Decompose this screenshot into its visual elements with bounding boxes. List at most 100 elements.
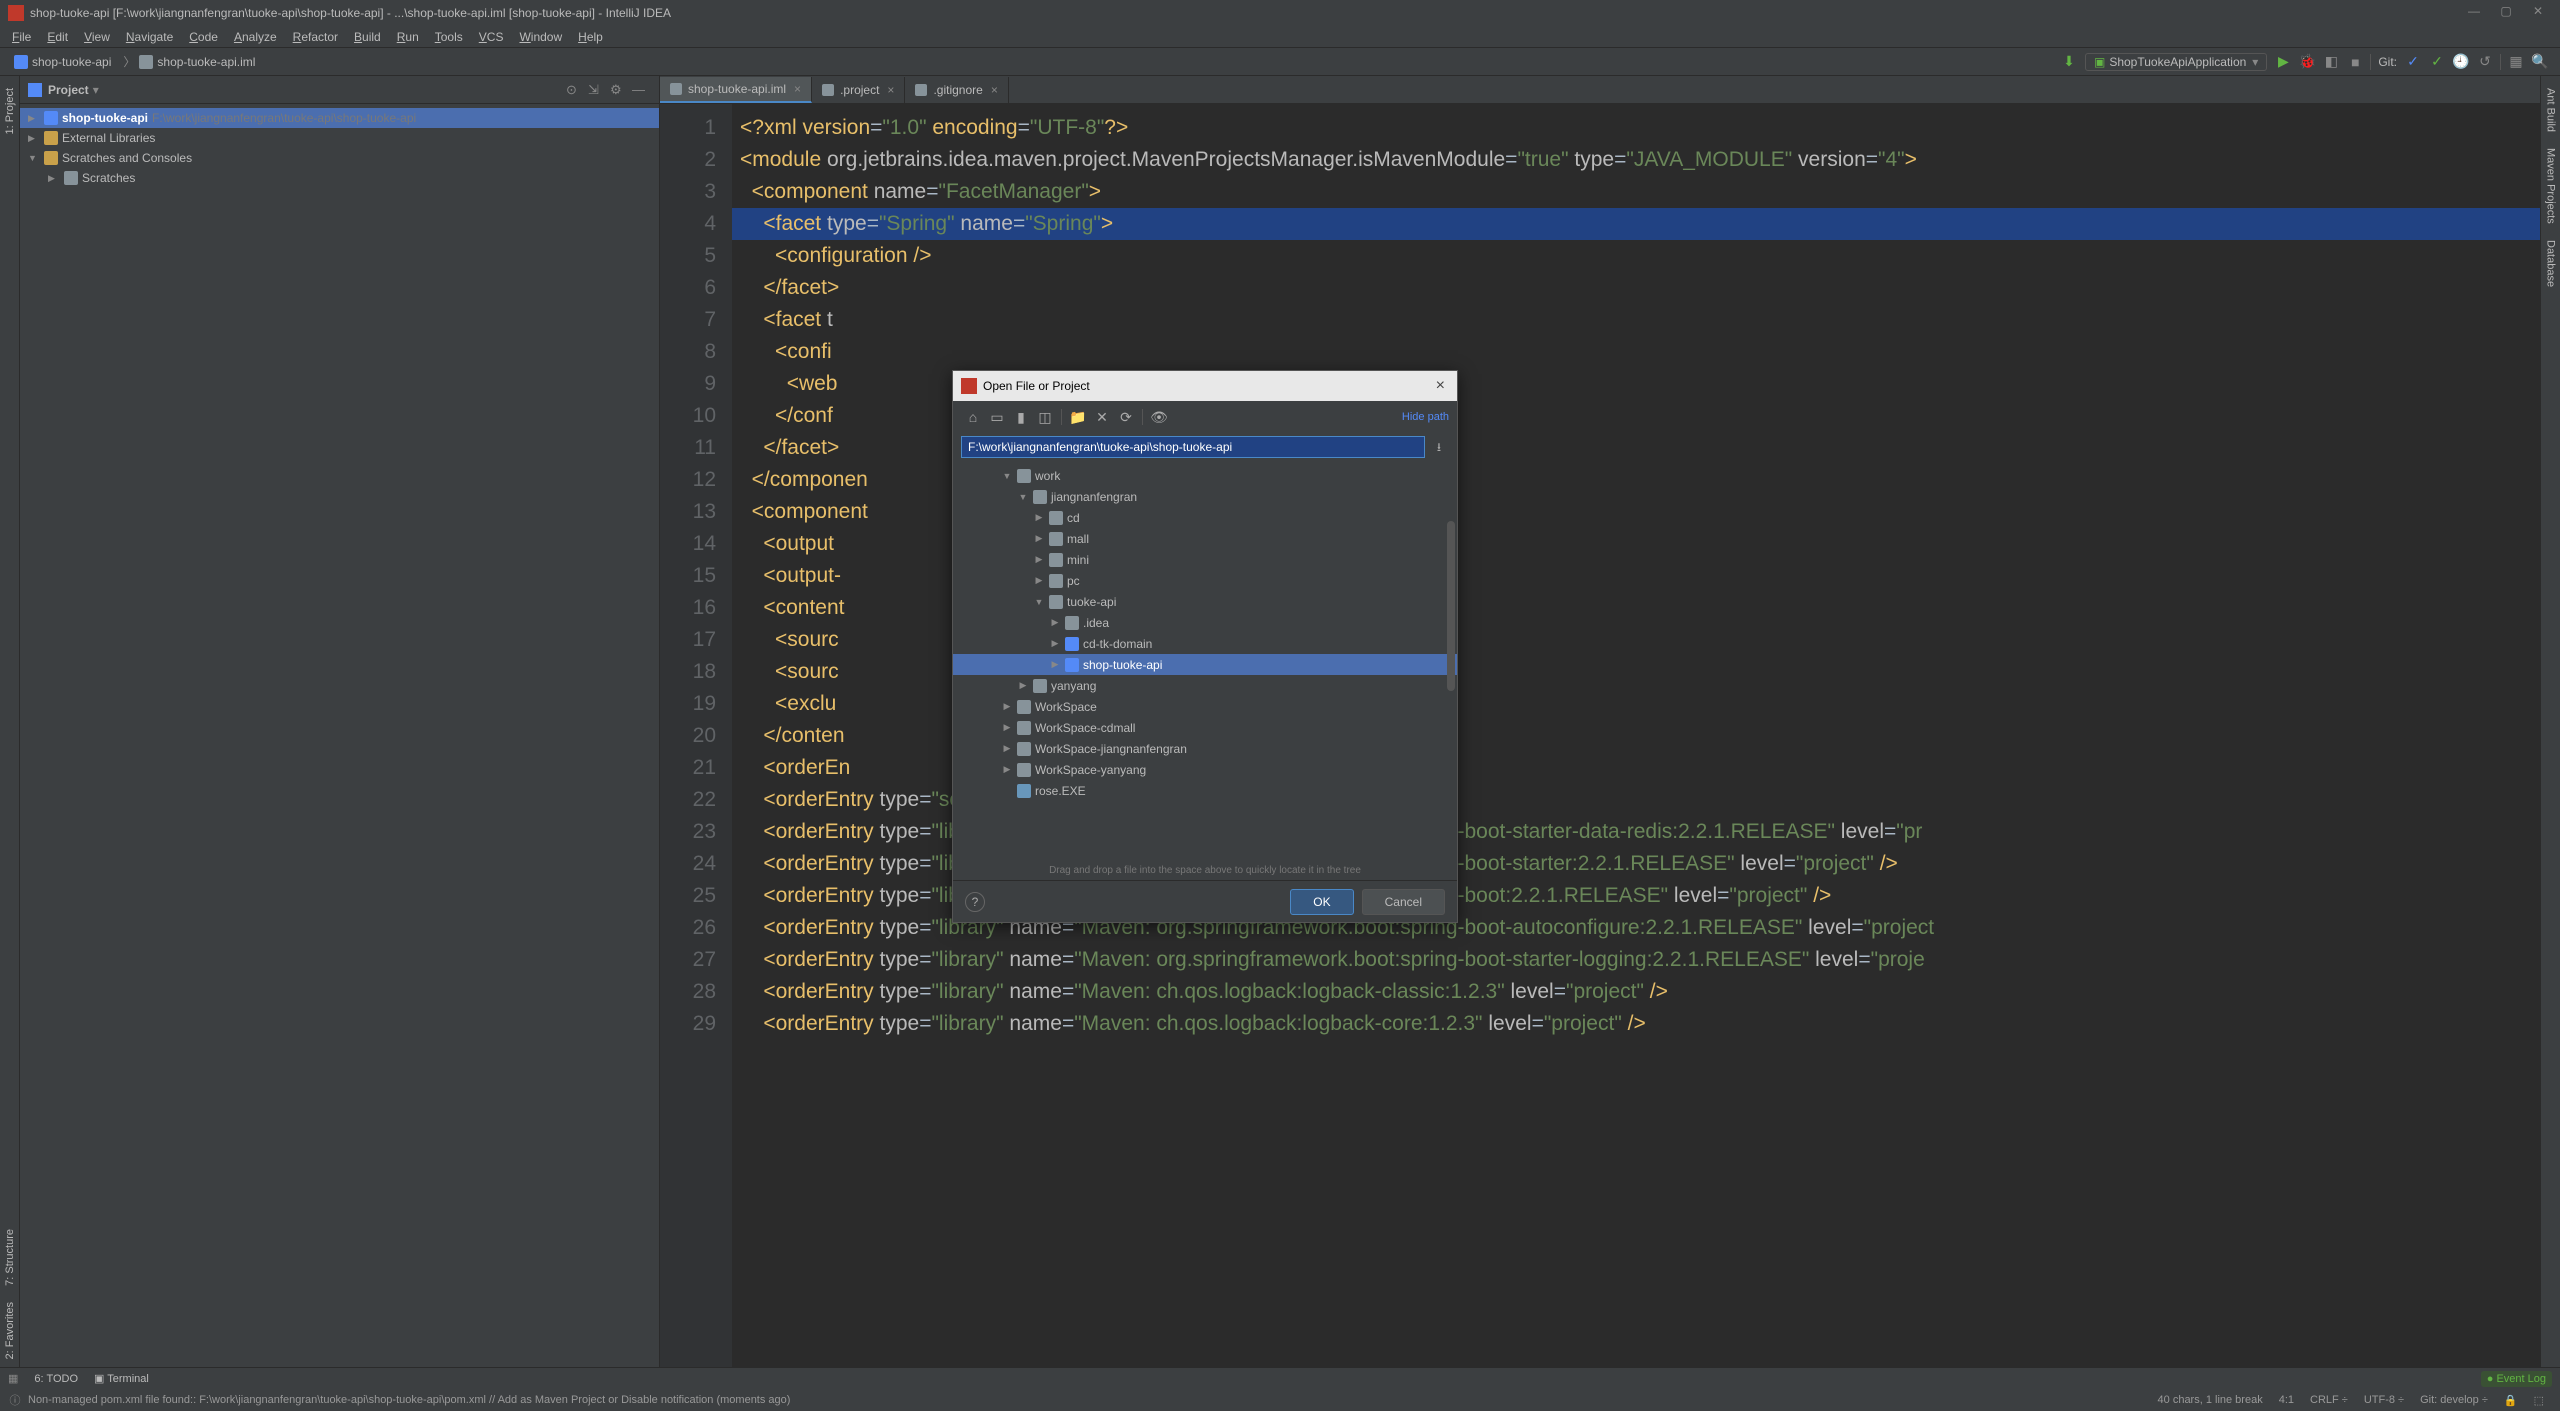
status-info-icon[interactable]: ⓘ [8, 1393, 22, 1407]
dialog-tree-node[interactable]: ▶mini [953, 549, 1457, 570]
delete-icon[interactable]: ✕ [1092, 407, 1112, 427]
dialog-scrollbar[interactable] [1447, 521, 1455, 691]
dialog-tree[interactable]: ▼work▼jiangnanfengran▶cd▶mall▶mini▶pc▼tu… [953, 461, 1457, 861]
help-icon[interactable]: ? [965, 892, 985, 912]
desktop-icon[interactable]: ▭ [987, 407, 1007, 427]
menu-window[interactable]: Window [511, 28, 570, 46]
dialog-close-icon[interactable]: × [1432, 377, 1449, 395]
menu-tools[interactable]: Tools [427, 28, 471, 46]
build-icon[interactable]: ⬇ [2060, 53, 2078, 71]
home-icon[interactable]: ⌂ [963, 407, 983, 427]
tree-scratches[interactable]: ▼Scratches and Consoles [20, 148, 659, 168]
run-config-dropdown[interactable]: ▣ShopTuokeApiApplication▾ [2085, 53, 2267, 71]
breadcrumb-module[interactable]: shop-tuoke-api [8, 53, 117, 71]
dialog-tree-node[interactable]: rose.EXE [953, 780, 1457, 801]
menu-navigate[interactable]: Navigate [118, 28, 181, 46]
coverage-button[interactable]: ◧ [2322, 53, 2340, 71]
menu-build[interactable]: Build [346, 28, 389, 46]
nav-toolbar: shop-tuoke-api 〉shop-tuoke-api.iml ⬇ ▣Sh… [0, 48, 2560, 76]
toolwindows-icon[interactable]: ▦ [8, 1372, 18, 1385]
close-tab-icon[interactable]: × [887, 83, 894, 97]
editor-tab[interactable]: .gitignore× [905, 77, 1008, 103]
dialog-tree-node[interactable]: ▶mall [953, 528, 1457, 549]
dialog-tree-node[interactable]: ▶cd [953, 507, 1457, 528]
run-button[interactable]: ▶ [2274, 53, 2292, 71]
status-lock-icon[interactable]: 🔒 [2496, 1394, 2526, 1407]
dialog-tree-node[interactable]: ▼tuoke-api [953, 591, 1457, 612]
menu-file[interactable]: File [4, 28, 39, 46]
dialog-tree-node[interactable]: ▼work [953, 465, 1457, 486]
new-folder-icon[interactable]: 📁 [1068, 407, 1088, 427]
tool-tab-todo[interactable]: 6: TODO [26, 1371, 86, 1387]
module-dir-icon[interactable]: ◫ [1035, 407, 1055, 427]
tree-scratches-child[interactable]: ▶Scratches [20, 168, 659, 188]
debug-button[interactable]: 🐞 [2298, 53, 2316, 71]
close-tab-icon[interactable]: × [794, 82, 801, 96]
search-everywhere-icon[interactable]: 🔍 [2531, 53, 2549, 71]
tree-root[interactable]: ▶ shop-tuoke-apiF:\work\jiangnanfengran\… [20, 108, 659, 128]
dialog-tree-node[interactable]: ▶yanyang [953, 675, 1457, 696]
status-pos[interactable]: 4:1 [2271, 1394, 2302, 1406]
project-dir-icon[interactable]: ▮ [1011, 407, 1031, 427]
project-tree[interactable]: ▶ shop-tuoke-apiF:\work\jiangnanfengran\… [20, 104, 659, 1367]
dialog-tree-node[interactable]: ▶WorkSpace [953, 696, 1457, 717]
tool-tab-structure[interactable]: 7: Structure [2, 1221, 18, 1294]
status-mem-icon[interactable]: ⬚ [2526, 1394, 2552, 1407]
vcs-history-icon[interactable]: 🕘 [2452, 53, 2470, 71]
tool-tab-database[interactable]: Database [2543, 232, 2559, 295]
path-input[interactable] [961, 436, 1425, 458]
menu-view[interactable]: View [76, 28, 118, 46]
dialog-tree-node[interactable]: ▼jiangnanfengran [953, 486, 1457, 507]
show-hidden-icon[interactable]: 👁 [1149, 407, 1169, 427]
editor-tab[interactable]: shop-tuoke-api.iml× [660, 77, 812, 103]
dialog-titlebar[interactable]: Open File or Project × [953, 371, 1457, 401]
maximize-button[interactable]: ▢ [2492, 4, 2520, 22]
menu-help[interactable]: Help [570, 28, 611, 46]
tool-tab-terminal[interactable]: ▣ Terminal [86, 1370, 157, 1387]
path-history-icon[interactable]: ⭳ [1429, 438, 1449, 456]
editor-body[interactable]: 1234567891011121314151617181920212223242… [660, 104, 2540, 1367]
vcs-update-icon[interactable]: ✓ [2404, 53, 2422, 71]
ok-button[interactable]: OK [1290, 889, 1353, 915]
tool-tab-maven[interactable]: Maven Projects [2543, 140, 2559, 232]
dialog-tree-node[interactable]: ▶WorkSpace-yanyang [953, 759, 1457, 780]
tool-tab-favorites[interactable]: 2: Favorites [2, 1294, 18, 1367]
tool-tab-ant[interactable]: Ant Build [2543, 80, 2559, 140]
menu-vcs[interactable]: VCS [471, 28, 512, 46]
menu-run[interactable]: Run [389, 28, 427, 46]
project-view-dropdown[interactable]: ▾ [93, 83, 99, 97]
stop-button[interactable]: ■ [2346, 53, 2364, 71]
menu-edit[interactable]: Edit [39, 28, 76, 46]
close-button[interactable]: ✕ [2524, 4, 2552, 22]
status-encoding[interactable]: UTF-8 ÷ [2356, 1394, 2412, 1406]
status-git[interactable]: Git: develop ÷ [2412, 1394, 2496, 1406]
dialog-toolbar: ⌂ ▭ ▮ ◫ 📁 ✕ ⟳ 👁 Hide path [953, 401, 1457, 433]
status-lineend[interactable]: CRLF ÷ [2302, 1394, 2356, 1406]
vcs-commit-icon[interactable]: ✓ [2428, 53, 2446, 71]
vcs-revert-icon[interactable]: ↺ [2476, 53, 2494, 71]
settings-icon[interactable]: ⚙ [610, 82, 626, 98]
menu-code[interactable]: Code [181, 28, 226, 46]
dialog-tree-node[interactable]: ▶cd-tk-domain [953, 633, 1457, 654]
dialog-tree-node[interactable]: ▶WorkSpace-cdmall [953, 717, 1457, 738]
refresh-icon[interactable]: ⟳ [1116, 407, 1136, 427]
hide-panel-icon[interactable]: — [632, 82, 648, 98]
close-tab-icon[interactable]: × [991, 83, 998, 97]
dialog-tree-node[interactable]: ▶WorkSpace-jiangnanfengran [953, 738, 1457, 759]
breadcrumb-file[interactable]: 〉shop-tuoke-api.iml [117, 51, 261, 72]
dialog-tree-node[interactable]: ▶shop-tuoke-api [953, 654, 1457, 675]
project-structure-icon[interactable]: ▦ [2507, 53, 2525, 71]
editor-tab[interactable]: .project× [812, 77, 905, 103]
hide-path-link[interactable]: Hide path [1402, 411, 1449, 423]
collapse-icon[interactable]: ⇲ [588, 82, 604, 98]
event-log-button[interactable]: ● Event Log [2481, 1371, 2552, 1387]
minimize-button[interactable]: — [2460, 4, 2488, 22]
dialog-tree-node[interactable]: ▶pc [953, 570, 1457, 591]
dialog-tree-node[interactable]: ▶.idea [953, 612, 1457, 633]
menu-refactor[interactable]: Refactor [285, 28, 346, 46]
tool-tab-project[interactable]: 1: Project [2, 80, 18, 142]
tree-external-libs[interactable]: ▶External Libraries [20, 128, 659, 148]
cancel-button[interactable]: Cancel [1362, 889, 1445, 915]
locate-icon[interactable]: ⊙ [566, 82, 582, 98]
menu-analyze[interactable]: Analyze [226, 28, 285, 46]
